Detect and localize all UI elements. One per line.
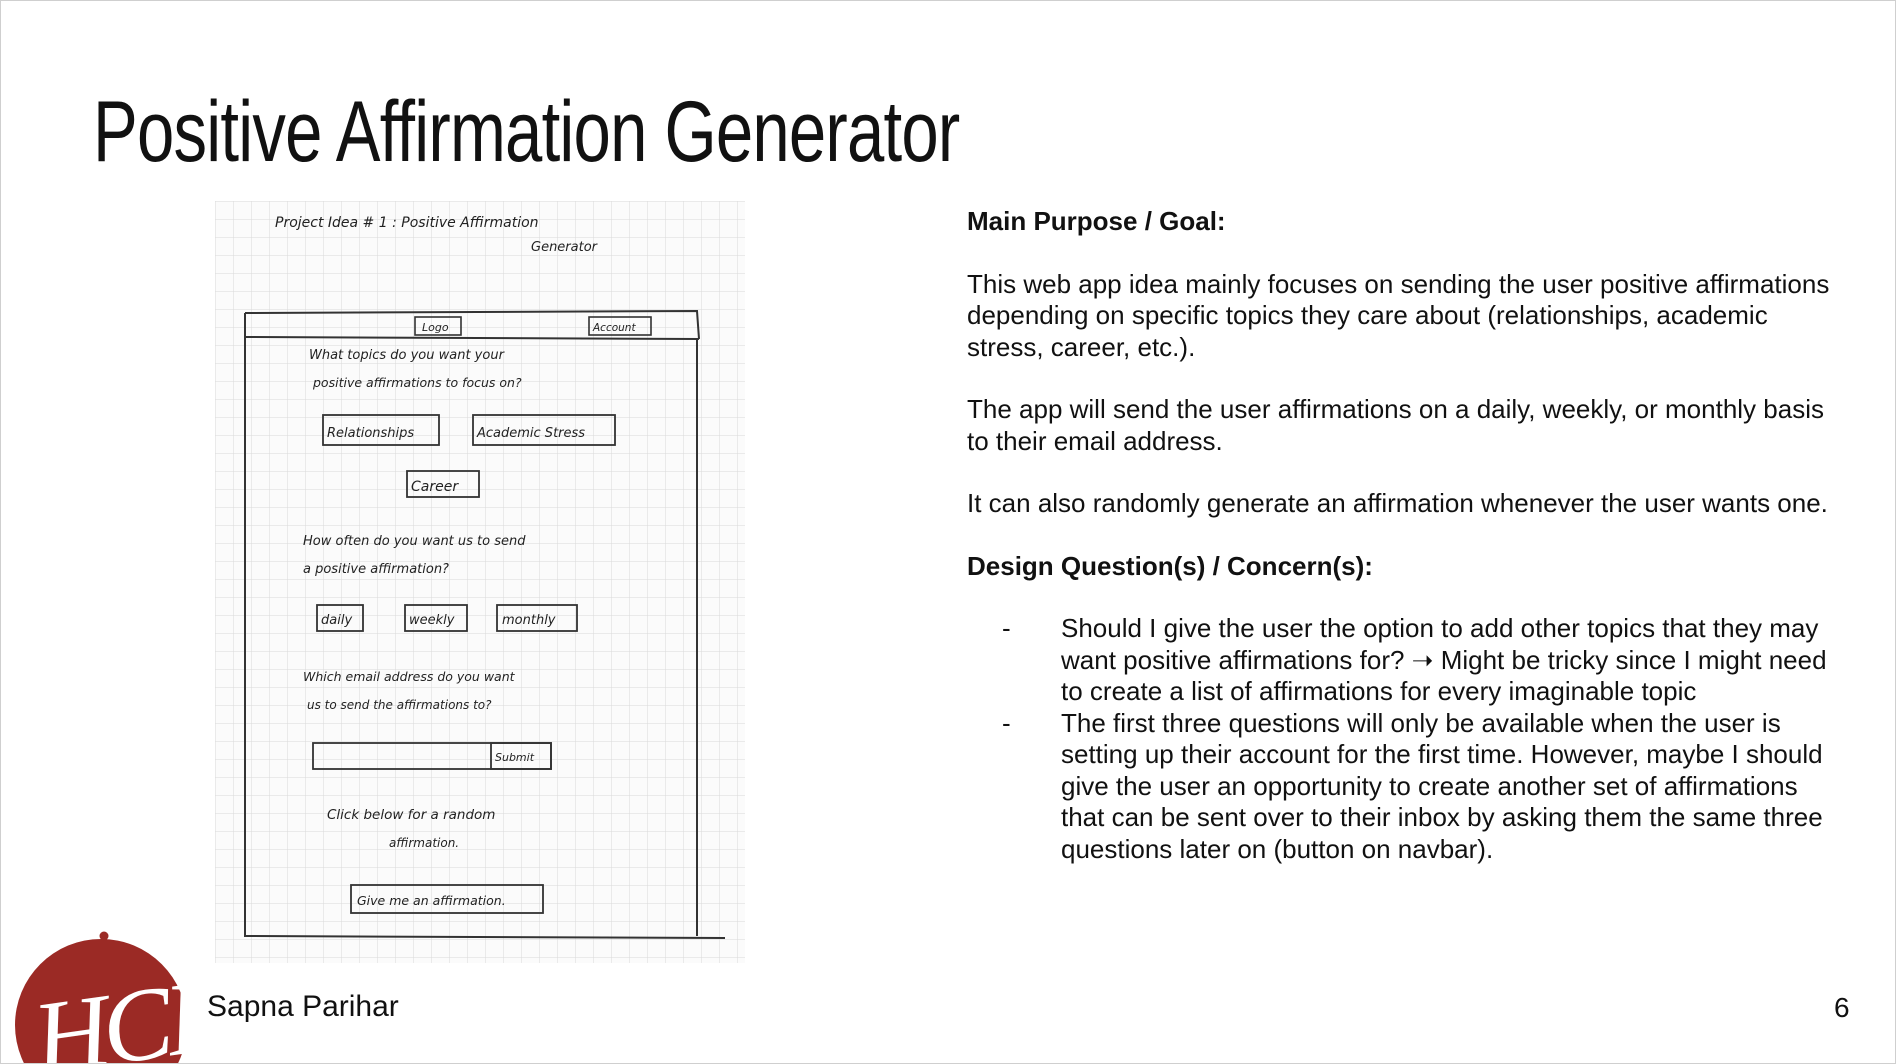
sketch-account-label: Account [592,322,636,334]
sketch-daily-label: daily [321,613,352,628]
sketch-q1-line2: positive affirmations to focus on? [312,375,522,390]
hcii-logo: HCII [15,931,187,1063]
concerns-heading: Design Question(s) / Concern(s): [967,550,1373,581]
sketch-q3-line1: Which email address do you want [303,669,516,684]
sketch-monthly-label: monthly [502,613,556,628]
slide: Positive Affirmation Generator Project I… [0,0,1896,1064]
purpose-paragraph-2: The app will send the user affirmations … [967,394,1824,456]
bullet-dash: - [1002,707,1011,738]
sketch-random-line2: affirmation. [389,836,459,850]
sketch-q2-line1: How often do you want us to send [303,534,526,549]
concern-text: Should I give the user the option to add… [1061,613,1827,706]
slide-title: Positive Affirmation Generator [93,84,960,180]
concern-text: The first three questions will only be a… [1061,707,1823,864]
purpose-paragraph-1: This web app idea mainly focuses on send… [967,268,1830,362]
page-number: 6 [1834,992,1850,1023]
concerns-list: - Should I give the user the option to a… [967,613,1837,865]
bullet-dash: - [1002,613,1011,643]
slide-body: Main Purpose / Goal: This web app idea m… [967,206,1837,865]
concern-item: - The first three questions will only be… [967,708,1837,866]
sketch-q1-line1: What topics do you want your [309,348,506,363]
sketch-q2-line2: a positive affirmation? [303,562,449,577]
author-name: Sapna Parihar [207,990,399,1023]
sketch-q3-line2: us to send the affirmations to? [307,698,492,712]
sketch-career-label: Career [411,479,459,495]
wireframe-sketch: Project Idea # 1 : Positive Affirmation … [215,201,745,963]
sketch-logo-label: Logo [422,321,449,334]
sketch-heading-line2: Generator [531,240,599,255]
sketch-submit-label: Submit [495,751,535,764]
sketch-give-label: Give me an affirmation. [357,893,506,908]
sketch-random-line1: Click below for a random [327,807,495,823]
sketch-academic-label: Academic Stress [476,426,585,441]
sketch-weekly-label: weekly [409,613,455,628]
concern-item: - Should I give the user the option to a… [967,613,1837,708]
purpose-paragraph-3: It can also randomly generate an affirma… [967,488,1828,518]
sketch-heading-line1: Project Idea # 1 : Positive Affirmation [275,215,539,231]
sketch-relationships-label: Relationships [327,426,414,441]
purpose-heading: Main Purpose / Goal: [967,206,1226,236]
